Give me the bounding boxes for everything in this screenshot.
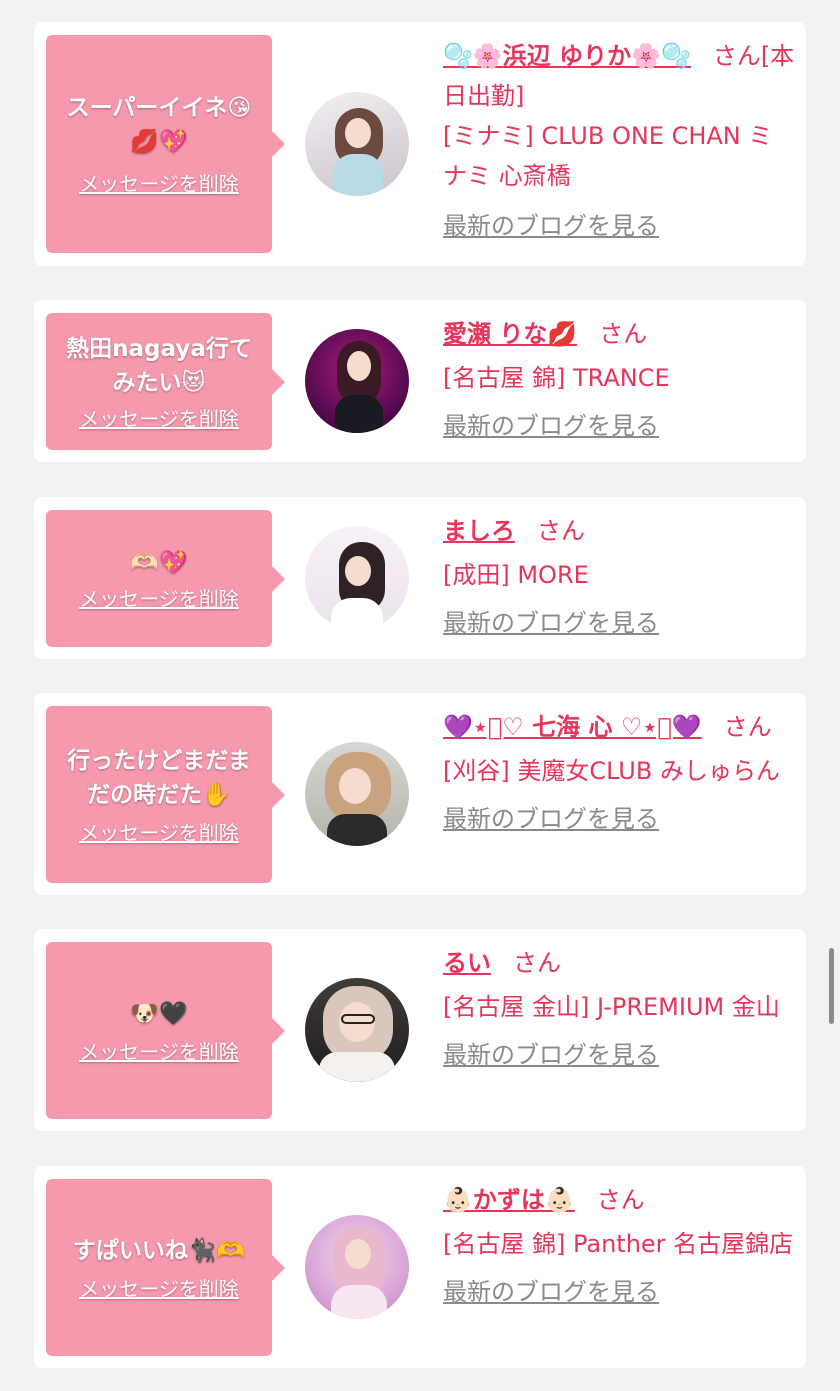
cast-name-link[interactable]: 🫧🌸浜辺 ゆりか🌸🫧 — [443, 42, 691, 70]
delete-message-link[interactable]: メッセージを削除 — [79, 1276, 239, 1302]
honorific: さん — [723, 713, 772, 741]
avatar[interactable] — [305, 92, 409, 196]
honorific: さん — [712, 42, 761, 70]
favorite-card: 熱田nagaya行てみたい😻 メッセージを削除 愛瀬 りな💋 さん [名古屋 錦]… — [34, 300, 806, 462]
shop-name: [名古屋 金山] J-PREMIUM 金山 — [443, 993, 780, 1021]
message-text: 熱田nagaya行てみたい😻 — [66, 335, 252, 396]
avatar[interactable] — [305, 742, 409, 846]
latest-blog-link[interactable]: 最新のブログを見る — [443, 607, 659, 639]
message-text: 🫶🏻💖 — [130, 549, 188, 576]
shop-name: [成田] MORE — [443, 561, 589, 589]
message-text: 🐶🖤 — [130, 1000, 188, 1027]
message-bubble: 🐶🖤 メッセージを削除 — [46, 942, 285, 1119]
latest-blog-link[interactable]: 最新のブログを見る — [443, 1039, 659, 1071]
cast-name-link[interactable]: 愛瀬 りな💋 — [443, 320, 577, 348]
cast-info: るい さん [名古屋 金山] J-PREMIUM 金山 最新のブログを見る — [443, 943, 796, 1075]
latest-blog-link[interactable]: 最新のブログを見る — [443, 410, 659, 442]
scrollbar[interactable] — [829, 948, 834, 1024]
delete-message-link[interactable]: メッセージを削除 — [79, 1039, 239, 1065]
favorite-card: スーパーイイネ😘💋💖 メッセージを削除 🫧🌸浜辺 ゆりか🌸🫧 さん[本日出勤] [… — [34, 22, 806, 266]
cast-name-link[interactable]: るい — [443, 949, 491, 977]
honorific: さん — [513, 949, 561, 977]
message-bubble: 行ったけどまだまだの時だた✋ メッセージを削除 — [46, 706, 285, 883]
message-text: 行ったけどまだまだの時だた✋ — [67, 747, 251, 808]
avatar[interactable] — [305, 978, 409, 1082]
favorite-card: 🫶🏻💖 メッセージを削除 ましろ さん [成田] MORE 最新のブログを見る — [34, 497, 806, 659]
favorite-card: すぱいいね🐈‍⬛🫶 メッセージを削除 👶🏻かずは👶🏻 さん [名古屋 錦] Pan… — [34, 1166, 806, 1368]
delete-message-link[interactable]: メッセージを削除 — [79, 586, 239, 612]
latest-blog-link[interactable]: 最新のブログを見る — [443, 210, 659, 242]
honorific: さん — [537, 517, 585, 545]
message-bubble: 🫶🏻💖 メッセージを削除 — [46, 510, 285, 647]
avatar[interactable] — [305, 1215, 409, 1319]
message-bubble: 熱田nagaya行てみたい😻 メッセージを削除 — [46, 313, 285, 450]
shop-name: [名古屋 錦] Panther 名古屋錦店 — [443, 1230, 794, 1258]
favorite-card: 🐶🖤 メッセージを削除 るい さん [名古屋 金山] J-PREMIUM 金山 最… — [34, 929, 806, 1131]
delete-message-link[interactable]: メッセージを削除 — [79, 406, 239, 432]
latest-blog-link[interactable]: 最新のブログを見る — [443, 1276, 659, 1308]
message-bubble: すぱいいね🐈‍⬛🫶 メッセージを削除 — [46, 1179, 285, 1356]
cast-name-link[interactable]: 👶🏻かずは👶🏻 — [443, 1186, 575, 1214]
latest-blog-link[interactable]: 最新のブログを見る — [443, 803, 659, 835]
honorific: さん — [599, 320, 648, 348]
avatar[interactable] — [305, 329, 409, 433]
honorific: さん — [596, 1186, 645, 1214]
shop-name: [名古屋 錦] TRANCE — [443, 364, 670, 392]
message-text: スーパーイイネ😘💋💖 — [66, 95, 252, 155]
cast-info: 💜⋆͛♡ 七海 心 ♡⋆͛💜 さん [刈谷] 美魔女CLUB みしゅらん 最新のブ… — [443, 707, 796, 839]
favorite-card: 行ったけどまだまだの時だた✋ メッセージを削除 💜⋆͛♡ 七海 心 ♡⋆͛💜 さん… — [34, 693, 806, 895]
delete-message-link[interactable]: メッセージを削除 — [79, 820, 239, 846]
message-text: すぱいいね🐈‍⬛🫶 — [72, 1237, 246, 1264]
message-bubble: スーパーイイネ😘💋💖 メッセージを削除 — [46, 35, 285, 253]
cast-name-link[interactable]: 💜⋆͛♡ 七海 心 ♡⋆͛💜 — [443, 713, 702, 741]
avatar[interactable] — [305, 526, 409, 630]
cast-info: 🫧🌸浜辺 ゆりか🌸🫧 さん[本日出勤] [ミナミ] CLUB ONE CHAN ミ… — [443, 36, 796, 246]
cast-info: 👶🏻かずは👶🏻 さん [名古屋 錦] Panther 名古屋錦店 最新のブログを見… — [443, 1180, 796, 1312]
delete-message-link[interactable]: メッセージを削除 — [79, 171, 239, 197]
shop-name: [ミナミ] CLUB ONE CHAN ミナミ 心斎橋 — [443, 122, 773, 190]
cast-name-link[interactable]: ましろ — [443, 517, 515, 545]
cast-info: ましろ さん [成田] MORE 最新のブログを見る — [443, 511, 796, 643]
shop-name: [刈谷] 美魔女CLUB みしゅらん — [443, 757, 780, 785]
cast-info: 愛瀬 りな💋 さん [名古屋 錦] TRANCE 最新のブログを見る — [443, 314, 796, 446]
